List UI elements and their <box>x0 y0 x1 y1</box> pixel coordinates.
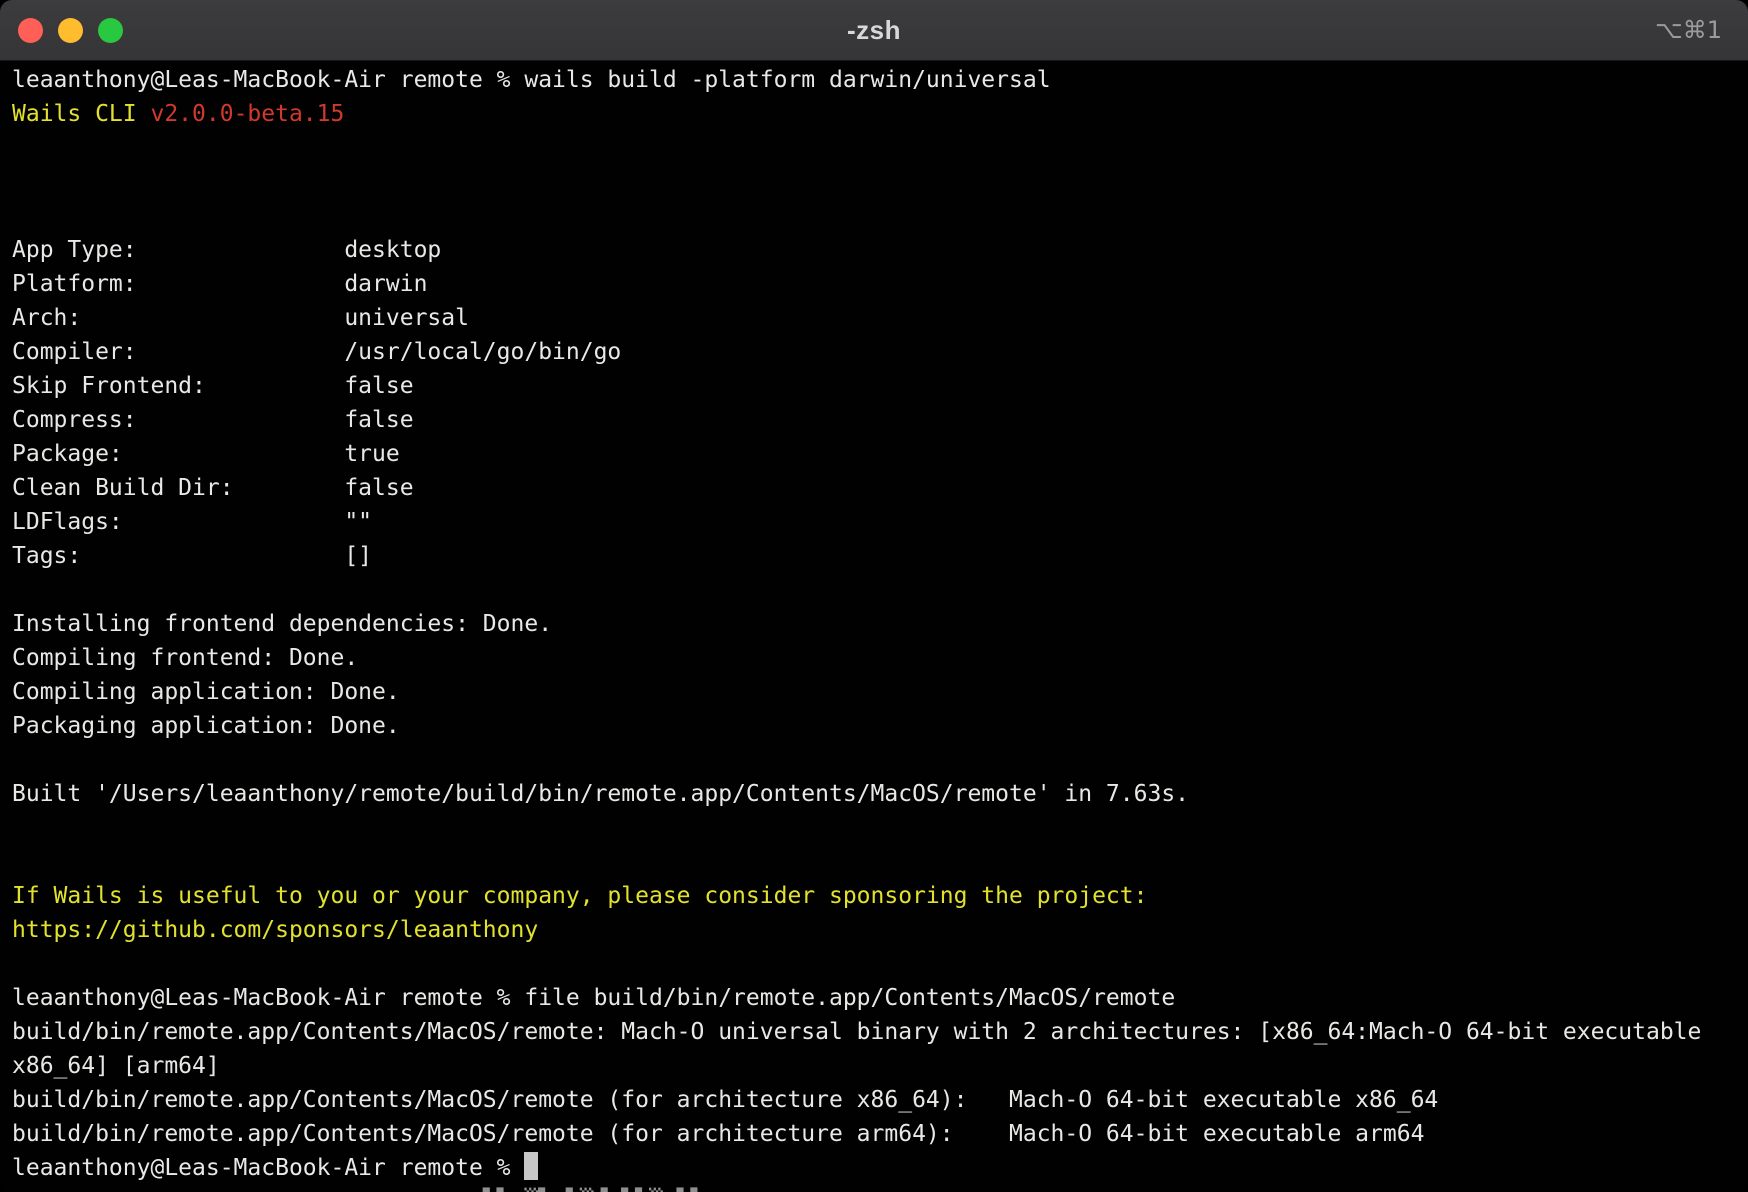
window-shortcut-badge: ⌥⌘1 <box>1655 16 1748 44</box>
window-title: -zsh <box>0 15 1748 46</box>
terminal-text-segment: Packaging application: Done. <box>12 713 400 739</box>
wails-cli-version: Wails CLI v2.0.0-beta.15 <box>12 97 1715 131</box>
terminal-text-segment: Arch: universal <box>12 305 469 331</box>
blank-line <box>12 199 1715 233</box>
terminal-text-segment: build/bin/remote.app/Contents/MacOS/remo… <box>12 1019 1715 1079</box>
terminal-text-segment: Clean Build Dir: false <box>12 475 414 501</box>
terminal-text-segment: https://github.com/sponsors/leaanthony <box>12 917 538 943</box>
build-result: Built '/Users/leaanthony/remote/build/bi… <box>12 777 1715 811</box>
blank-line <box>12 845 1715 879</box>
status-compiling-application: Compiling application: Done. <box>12 675 1715 709</box>
terminal-text-segment: Package: true <box>12 441 400 467</box>
terminal-text-segment: leaanthony@Leas-MacBook-Air remote % wai… <box>12 67 1051 93</box>
terminal-text-segment: Built '/Users/leaanthony/remote/build/bi… <box>12 781 1189 807</box>
file-output-x86-64: build/bin/remote.app/Contents/MacOS/remo… <box>12 1083 1715 1117</box>
terminal-text-segment: Platform: darwin <box>12 271 427 297</box>
blank-line <box>12 165 1715 199</box>
prompt-command-file: leaanthony@Leas-MacBook-Air remote % fil… <box>12 981 1715 1015</box>
blank-line <box>12 811 1715 845</box>
minimize-button[interactable] <box>58 18 83 43</box>
blank-line <box>12 743 1715 777</box>
terminal-text-segment: App Type: desktop <box>12 237 441 263</box>
status-installing-frontend: Installing frontend dependencies: Done. <box>12 607 1715 641</box>
terminal-text-segment: Installing frontend dependencies: Done. <box>12 611 552 637</box>
config-row-tags: Tags: [] <box>12 539 1715 573</box>
terminal-text-segment: Wails CLI <box>12 101 150 127</box>
terminal-cursor <box>524 1152 538 1180</box>
config-row-clean-build-dir: Clean Build Dir: false <box>12 471 1715 505</box>
terminal-text-segment: Compiling application: Done. <box>12 679 400 705</box>
prompt-active: leaanthony@Leas-MacBook-Air remote % <box>12 1151 1715 1185</box>
status-packaging-application: Packaging application: Done. <box>12 709 1715 743</box>
config-row-platform: Platform: darwin <box>12 267 1715 301</box>
terminal-text-segment: If Wails is useful to you or your compan… <box>12 883 1147 909</box>
config-row-arch: Arch: universal <box>12 301 1715 335</box>
terminal-text-segment: Compiler: /usr/local/go/bin/go <box>12 339 621 365</box>
titlebar[interactable]: -zsh ⌥⌘1 <box>0 0 1748 61</box>
file-output-arm64: build/bin/remote.app/Contents/MacOS/remo… <box>12 1117 1715 1151</box>
terminal-text-segment: Compiling frontend: Done. <box>12 645 358 671</box>
config-row-skip-frontend: Skip Frontend: false <box>12 369 1715 403</box>
blank-line <box>12 131 1715 165</box>
prompt-command-build: leaanthony@Leas-MacBook-Air remote % wai… <box>12 63 1715 97</box>
blank-line <box>12 573 1715 607</box>
sponsor-message: If Wails is useful to you or your compan… <box>12 879 1715 913</box>
traffic-lights <box>0 18 123 43</box>
terminal-text-segment: Skip Frontend: false <box>12 373 414 399</box>
terminal-text-segment: v2.0.0-beta.15 <box>150 101 344 127</box>
clipped-bottom-line: ▘▚▖▒▚▗▘▒▞▖▘▚▒▗▘▚ <box>12 1185 1715 1192</box>
config-row-compiler: Compiler: /usr/local/go/bin/go <box>12 335 1715 369</box>
blank-line <box>12 947 1715 981</box>
terminal-screen[interactable]: leaanthony@Leas-MacBook-Air remote % wai… <box>0 61 1748 1192</box>
zoom-button[interactable] <box>98 18 123 43</box>
terminal-text-segment: build/bin/remote.app/Contents/MacOS/remo… <box>12 1087 1438 1113</box>
terminal-text-segment: leaanthony@Leas-MacBook-Air remote % <box>12 1155 524 1181</box>
terminal-text-segment: LDFlags: "" <box>12 509 372 535</box>
terminal-text-segment: Tags: [] <box>12 543 372 569</box>
status-compiling-frontend: Compiling frontend: Done. <box>12 641 1715 675</box>
terminal-text-segment: Compress: false <box>12 407 414 433</box>
file-output-universal: build/bin/remote.app/Contents/MacOS/remo… <box>12 1015 1715 1083</box>
config-row-package: Package: true <box>12 437 1715 471</box>
config-row-compress: Compress: false <box>12 403 1715 437</box>
close-button[interactable] <box>18 18 43 43</box>
terminal-window: -zsh ⌥⌘1 leaanthony@Leas-MacBook-Air rem… <box>0 0 1748 1192</box>
config-row-app-type: App Type: desktop <box>12 233 1715 267</box>
sponsor-link: https://github.com/sponsors/leaanthony <box>12 913 1715 947</box>
terminal-text-segment: build/bin/remote.app/Contents/MacOS/remo… <box>12 1121 1424 1147</box>
terminal-text-segment: leaanthony@Leas-MacBook-Air remote % fil… <box>12 985 1175 1011</box>
config-row-ldflags: LDFlags: "" <box>12 505 1715 539</box>
